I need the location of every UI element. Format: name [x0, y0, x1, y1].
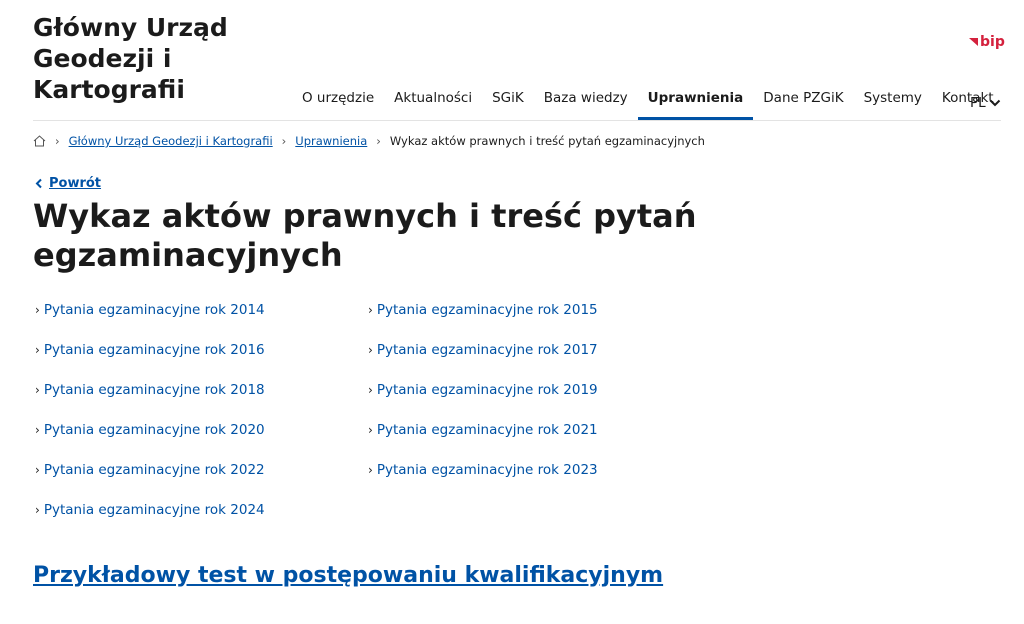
- home-icon[interactable]: [33, 135, 46, 147]
- exam-link-2023[interactable]: › Pytania egzaminacyjne rok 2023: [368, 460, 701, 480]
- chevron-right-icon: ›: [368, 303, 373, 317]
- link-label: Pytania egzaminacyjne rok 2015: [376, 302, 598, 318]
- nav-item-sgik[interactable]: SGiK: [482, 88, 534, 120]
- breadcrumb-current: Wykaz aktów prawnych i treść pytań egzam…: [389, 134, 705, 148]
- back-link[interactable]: Powrót: [35, 176, 101, 191]
- nav-item-uprawnienia[interactable]: Uprawnienia: [637, 88, 754, 120]
- exam-link-2014[interactable]: › Pytania egzaminacyjne rok 2014: [35, 300, 368, 320]
- breadcrumb-link-uprawnienia[interactable]: Uprawnienia: [295, 134, 367, 148]
- link-label: Pytania egzaminacyjne rok 2017: [376, 342, 598, 358]
- language-label: PL: [970, 95, 986, 111]
- site-title-line-1: Główny Urząd: [33, 13, 228, 42]
- link-label: Pytania egzaminacyjne rok 2018: [43, 382, 265, 398]
- chevron-left-icon: [35, 178, 42, 189]
- breadcrumb-link-gugik[interactable]: Główny Urząd Geodezji i Kartografii: [69, 134, 273, 148]
- exam-link-2015[interactable]: › Pytania egzaminacyjne rok 2015: [368, 300, 701, 320]
- exam-link-2018[interactable]: › Pytania egzaminacyjne rok 2018: [35, 380, 368, 400]
- exam-link-2020[interactable]: › Pytania egzaminacyjne rok 2020: [35, 420, 368, 440]
- chevron-right-icon: ›: [368, 343, 373, 357]
- chevron-down-icon: [989, 99, 1000, 107]
- exam-link-2021[interactable]: › Pytania egzaminacyjne rok 2021: [368, 420, 701, 440]
- chevron-right-icon: ›: [368, 463, 373, 477]
- main-nav: O urzędzie Aktualności SGiK Baza wiedzy …: [292, 88, 1004, 120]
- exam-link-2016[interactable]: › Pytania egzaminacyjne rok 2016: [35, 340, 368, 360]
- link-label: Pytania egzaminacyjne rok 2014: [43, 302, 265, 318]
- nav-item-aktualnosci[interactable]: Aktualności: [384, 88, 482, 120]
- chevron-right-icon: ›: [35, 383, 40, 397]
- chevron-right-icon: ›: [368, 383, 373, 397]
- language-select[interactable]: PL: [970, 95, 1001, 111]
- sample-test-link[interactable]: Przykładowy test w postępowaniu kwalifik…: [33, 563, 663, 588]
- chevron-right-icon: ›: [368, 423, 373, 437]
- nav-item-baza-wiedzy[interactable]: Baza wiedzy: [534, 88, 638, 120]
- link-label: Pytania egzaminacyjne rok 2020: [43, 422, 265, 438]
- bip-link[interactable]: bip: [969, 34, 1005, 50]
- back-label[interactable]: Powrót: [49, 176, 101, 191]
- page-title: Wykaz aktów prawnych i treść pytań egzam…: [33, 197, 697, 274]
- site-title-line-2: Geodezji i: [33, 44, 172, 73]
- link-label: Pytania egzaminacyjne rok 2023: [376, 462, 598, 478]
- link-label: Pytania egzaminacyjne rok 2024: [43, 502, 265, 518]
- chevron-right-icon: ›: [35, 343, 40, 357]
- chevron-right-icon: ›: [35, 503, 40, 517]
- chevron-right-icon: ›: [35, 463, 40, 477]
- chevron-right-icon: ›: [55, 134, 60, 148]
- exam-link-2019[interactable]: › Pytania egzaminacyjne rok 2019: [368, 380, 701, 400]
- site-logo[interactable]: Główny Urząd Geodezji i Kartografii: [33, 12, 273, 105]
- nav-item-o-urzedzie[interactable]: O urzędzie: [292, 88, 384, 120]
- nav-item-systemy[interactable]: Systemy: [854, 88, 932, 120]
- exam-link-2024[interactable]: › Pytania egzaminacyjne rok 2024: [35, 500, 368, 520]
- chevron-right-icon: ›: [281, 134, 287, 148]
- breadcrumb: › Główny Urząd Geodezji i Kartografii › …: [33, 134, 705, 148]
- exam-link-2022[interactable]: › Pytania egzaminacyjne rok 2022: [35, 460, 368, 480]
- site-title-line-3: Kartografii: [33, 75, 185, 104]
- exam-links-list: › Pytania egzaminacyjne rok 2014 › Pytania…: [35, 300, 715, 520]
- header-divider: [33, 120, 1001, 121]
- link-label: Pytania egzaminacyjne rok 2022: [43, 462, 265, 478]
- chevron-right-icon: ›: [35, 303, 40, 317]
- chevron-right-icon: ›: [376, 134, 381, 148]
- bip-flag-icon: [969, 38, 978, 46]
- link-label: Pytania egzaminacyjne rok 2019: [376, 382, 598, 398]
- link-label: Pytania egzaminacyjne rok 2016: [43, 342, 265, 358]
- link-label: Pytania egzaminacyjne rok 2021: [376, 422, 598, 438]
- bip-label: bip: [980, 34, 1005, 50]
- exam-link-2017[interactable]: › Pytania egzaminacyjne rok 2017: [368, 340, 701, 360]
- chevron-right-icon: ›: [35, 423, 40, 437]
- nav-item-dane-pzgik[interactable]: Dane PZGiK: [753, 88, 853, 120]
